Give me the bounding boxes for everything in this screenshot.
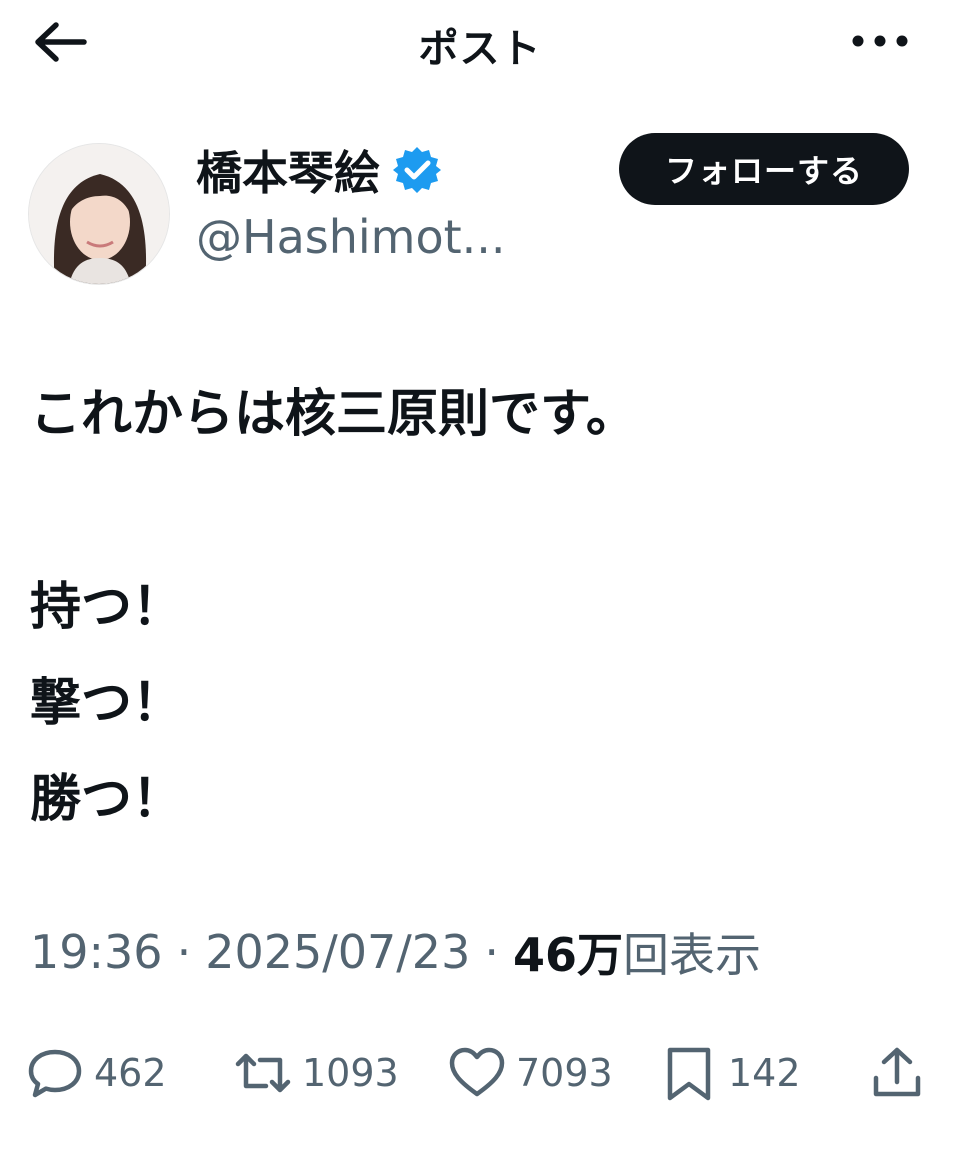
post-line: 勝つ！ bbox=[30, 770, 184, 829]
bookmark-icon bbox=[660, 1044, 718, 1102]
avatar-image bbox=[29, 144, 169, 284]
bookmark-count: 142 bbox=[728, 1051, 801, 1095]
bookmark-button[interactable]: 142 bbox=[660, 1038, 801, 1108]
meta-separator: · bbox=[176, 925, 192, 979]
views-count[interactable]: 46万 bbox=[513, 919, 623, 985]
reply-icon bbox=[26, 1044, 84, 1102]
like-count: 7093 bbox=[516, 1051, 613, 1095]
more-horizontal-icon bbox=[852, 35, 908, 47]
post-line: 持つ！ bbox=[30, 578, 184, 637]
meta-separator: · bbox=[484, 925, 499, 979]
heart-icon bbox=[448, 1044, 506, 1102]
repost-count: 1093 bbox=[302, 1051, 399, 1095]
page-title: ポスト bbox=[418, 26, 542, 72]
author-name-row: 橋本琴絵 bbox=[196, 140, 442, 200]
avatar[interactable] bbox=[28, 143, 170, 285]
post-line: これからは核三原則です。 bbox=[30, 385, 637, 444]
post-detail-screen: ポスト 橋本琴絵 @Hashimot... フォローする これからは核三原則です… bbox=[0, 0, 960, 1165]
repost-icon bbox=[234, 1044, 292, 1102]
action-bar: 462 1093 7093 142 bbox=[0, 1038, 960, 1108]
author-handle[interactable]: @Hashimot... bbox=[196, 210, 506, 264]
views-label: 回表示 bbox=[622, 928, 761, 982]
post-line: 撃つ！ bbox=[30, 674, 184, 733]
share-button[interactable] bbox=[868, 1038, 926, 1108]
more-options-button[interactable] bbox=[848, 24, 912, 58]
post-text: これからは核三原則です。 持つ！ 撃つ！ 勝つ！ bbox=[30, 380, 930, 848]
like-button[interactable]: 7093 bbox=[448, 1038, 613, 1108]
top-bar: ポスト bbox=[0, 0, 960, 84]
share-icon bbox=[868, 1044, 926, 1102]
post-date: 2025/07/23 bbox=[205, 925, 471, 979]
author-name[interactable]: 橋本琴絵 bbox=[196, 137, 380, 203]
post-time: 19:36 bbox=[30, 925, 163, 979]
post-meta: 19:36 · 2025/07/23 · 46万 回表示 bbox=[30, 920, 761, 984]
reply-button[interactable]: 462 bbox=[26, 1038, 167, 1108]
verified-badge-icon bbox=[392, 145, 442, 195]
follow-button[interactable]: フォローする bbox=[619, 133, 909, 205]
repost-button[interactable]: 1093 bbox=[234, 1038, 399, 1108]
reply-count: 462 bbox=[94, 1051, 167, 1095]
